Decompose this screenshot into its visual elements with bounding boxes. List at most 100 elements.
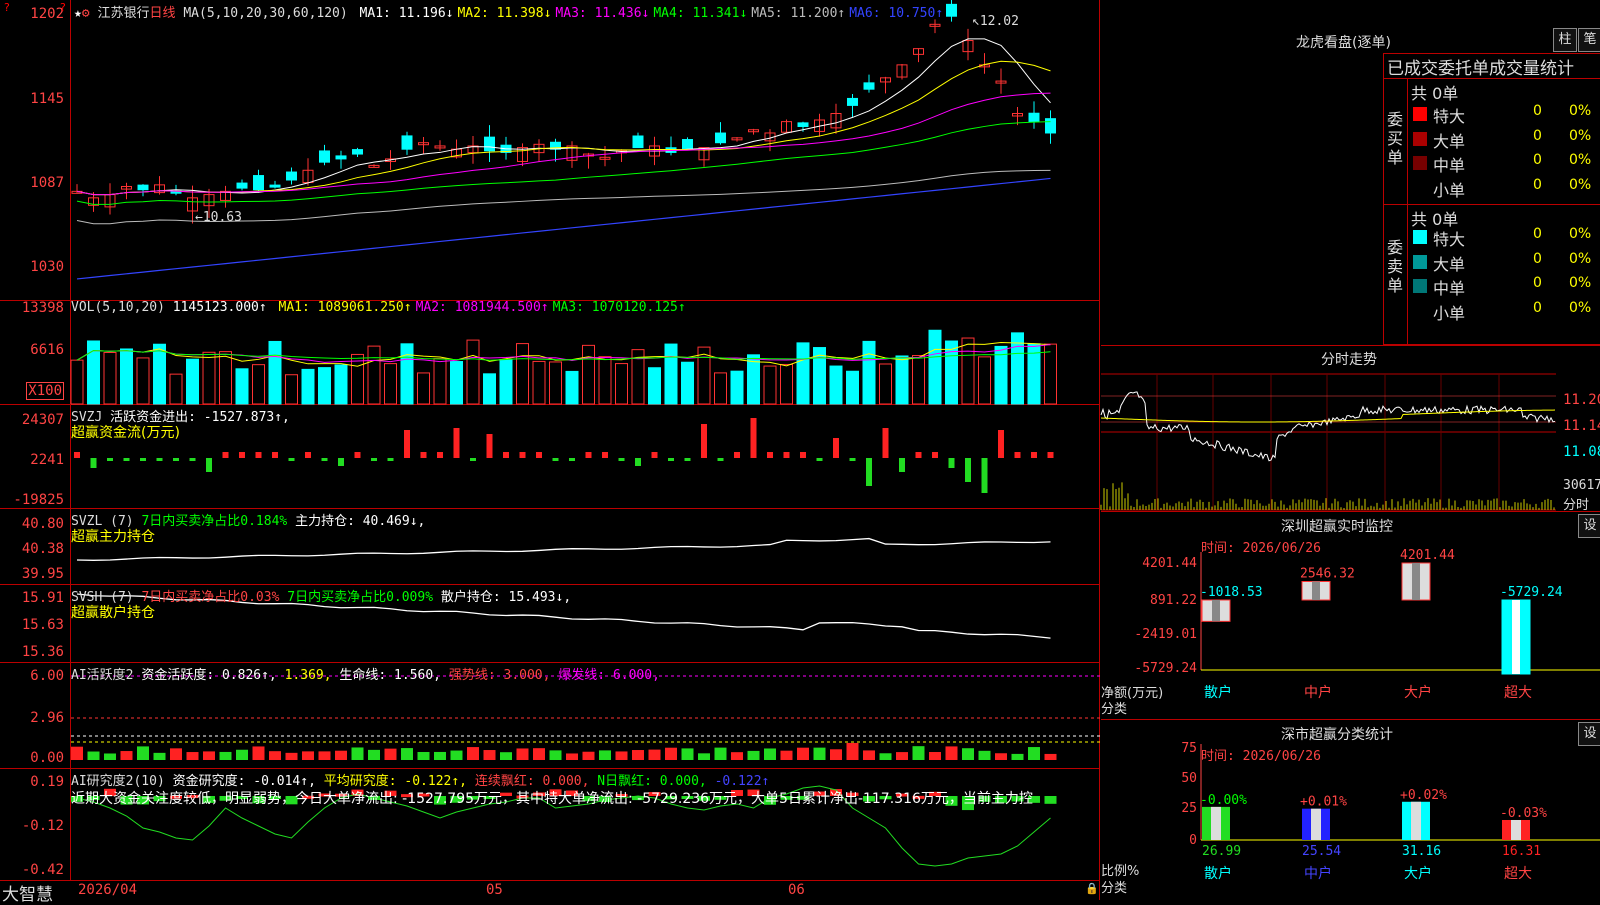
volume-bar <box>351 353 364 405</box>
monitor-ytick: 4201.44 <box>1142 556 1197 571</box>
classify-panel[interactable]: 深市超赢分类统计 设 时间: 2026/06/26 75 50 25 0 -0.00% 2… <box>1101 719 1600 901</box>
svsh-t1: 7日内买卖净占比0.03% <box>141 590 280 605</box>
intraday-ytick: 11.20 <box>1563 392 1600 408</box>
activity-bar <box>351 747 364 760</box>
flow-bar <box>684 458 691 461</box>
volume-panel[interactable]: 13398 6616 X100 VOL(5,10,20) 1145123.000… <box>0 300 1100 405</box>
classify-pct-change: +0.02% <box>1400 788 1447 803</box>
star-icon[interactable]: ★ <box>74 6 82 21</box>
activity-bar <box>813 747 826 760</box>
flow-bar <box>651 452 658 458</box>
svzl-panel[interactable]: 40.80 40.38 39.95 SVZL (7) 7日内买卖净占比0.184… <box>0 508 1100 585</box>
vol-header: VOL(5,10,20) <box>71 300 165 315</box>
ai1-ytick: 6.00 <box>30 668 64 684</box>
period-label[interactable]: 日线 <box>150 6 176 21</box>
sell-row-pct: 0% <box>1569 226 1592 242</box>
activity-bar <box>368 749 380 760</box>
flow-bar <box>816 458 823 461</box>
buy-total: 共 0单 <box>1411 84 1459 103</box>
candle-body <box>682 139 693 150</box>
holding-line <box>76 537 1051 561</box>
monitor-category: 散户 <box>1204 684 1232 701</box>
bar-mode-button[interactable]: 柱 <box>1553 28 1577 52</box>
kline-chart[interactable] <box>71 0 1101 300</box>
buy-row-name: 特大 <box>1433 107 1466 126</box>
flow-bar <box>783 452 790 458</box>
activity-bar <box>71 746 83 760</box>
monitor-chart[interactable]: 4201.44 891.22 -2419.01 -5729.24 -1018.53 散户 2… <box>1101 512 1600 720</box>
vol-ma-legend-value: 1089061.250↑ <box>317 300 412 315</box>
monitor-ytick: -5729.24 <box>1134 661 1197 676</box>
lock-icon[interactable]: 🔒 <box>1085 882 1099 895</box>
flow-bar <box>750 418 757 458</box>
flow-bar <box>635 458 641 466</box>
volume-bar <box>928 329 942 405</box>
high-marker: ↖12.02 <box>972 14 1019 29</box>
activity-bar <box>615 751 628 760</box>
classify-bar-shade <box>1211 806 1221 840</box>
classify-chart[interactable]: 75 50 25 0 -0.00% 26.99 散户 +0.01% 25.54 中户 +0.02% 3… <box>1101 720 1600 901</box>
candle-body <box>352 149 363 155</box>
intraday-panel[interactable]: 分时走势 11.20 11.14 11.08 30617 分时 <box>1100 345 1600 513</box>
flow-bar <box>1014 452 1021 458</box>
flow-bar <box>272 452 278 458</box>
flow-bar <box>503 452 509 458</box>
candle-body <box>253 175 264 191</box>
tick-mode-button[interactable]: 笔 <box>1578 28 1600 52</box>
ai-research-panel[interactable]: 0.19 -0.12 -0.42 AI研究度2(10) 资金研究度: -0.01… <box>0 768 1100 881</box>
vol-ma-legend-value: 1070120.125↑ <box>591 300 686 315</box>
intraday-vol-tick: 30617 <box>1563 478 1600 493</box>
activity-bar <box>945 746 958 760</box>
svsh-panel[interactable]: 15.91 15.63 15.36 SVSH (7) 7日内买卖净占比0.03%… <box>0 584 1100 663</box>
ai1-t4: 强势线: 3.000, <box>448 668 551 683</box>
volume-bar <box>730 370 744 405</box>
classify-category: 超大 <box>1504 866 1532 882</box>
volume-bar <box>483 373 496 405</box>
ma-legend-value: 11.398↓ <box>496 6 552 21</box>
kline-ytick: 1145 <box>30 91 64 107</box>
candle-body <box>797 122 809 127</box>
svzj-ytick: -19825 <box>13 492 64 508</box>
ma-legend-label: MA3: <box>555 6 587 21</box>
candle-body <box>286 171 297 181</box>
activity-bar <box>846 742 859 760</box>
ai-activity-panel[interactable]: 6.00 2.96 0.00 AI活跃度2 资金活跃度: 0.826↑, 1.3… <box>0 662 1101 769</box>
ma-legend-item: MA5: 11.200↑ <box>751 6 845 21</box>
flow-bar <box>387 458 394 461</box>
volume-bar <box>912 355 925 405</box>
activity-bar <box>632 750 644 760</box>
ma-legend-value: 10.750↑ <box>888 6 944 21</box>
svzj-panel[interactable]: 24307 2241 -19825 SVZJ 活跃资金进出: -1527.873… <box>0 404 1100 509</box>
volume-bar <box>384 363 397 405</box>
candle-body <box>319 150 330 163</box>
candle-body <box>401 135 413 150</box>
kline-panel[interactable]: 1202 1145 1087 1030 ★⚙ 江苏银行日线 MA(5,10,20… <box>0 0 1100 301</box>
intraday-chart[interactable] <box>1100 373 1556 511</box>
classify-value: 26.99 <box>1202 844 1241 859</box>
monitor-panel[interactable]: 深圳超赢实时监控 设 时间: 2026/06/26 4201.44 891.22-… <box>1101 511 1600 720</box>
volume-bar <box>70 359 84 405</box>
kline-ytick: 1087 <box>30 175 64 191</box>
ai1-t5: 爆发线: 6.000, <box>558 668 660 683</box>
activity-bar <box>665 747 677 760</box>
flow-bar <box>932 452 938 458</box>
activity-bar <box>467 747 479 760</box>
monitor-category: 大户 <box>1404 684 1432 701</box>
volume-chart[interactable] <box>70 300 1101 405</box>
buy-row-count: 0 <box>1533 127 1542 144</box>
ma-legend-item: MA1: 11.196↓ <box>360 6 454 21</box>
activity-bar <box>384 748 397 760</box>
volume-yaxis: 13398 6616 X100 <box>0 300 71 404</box>
stock-name: 江苏银行 <box>97 6 150 21</box>
ai2-ytick: 0.19 <box>30 774 64 790</box>
gear-icon[interactable]: ⚙ <box>82 6 90 21</box>
monitor-bar-shade <box>1212 600 1220 622</box>
flow-bar <box>899 458 905 472</box>
activity-bar <box>599 750 611 760</box>
sell-row-count: 0 <box>1533 275 1542 291</box>
flow-bar <box>437 452 443 458</box>
ai2-t2: 平均研究度: -0.122↑, <box>323 774 468 789</box>
left-chart-area[interactable]: 1202 1145 1087 1030 ★⚙ 江苏银行日线 MA(5,10,20… <box>0 0 1101 905</box>
longhu-panel[interactable]: 龙虎看盘(逐单) 柱 笔 已成交委托单成交量统计 委买单 委卖单 共 0单 共 … <box>1101 0 1600 345</box>
ai1-ytick: 0.00 <box>30 750 64 766</box>
